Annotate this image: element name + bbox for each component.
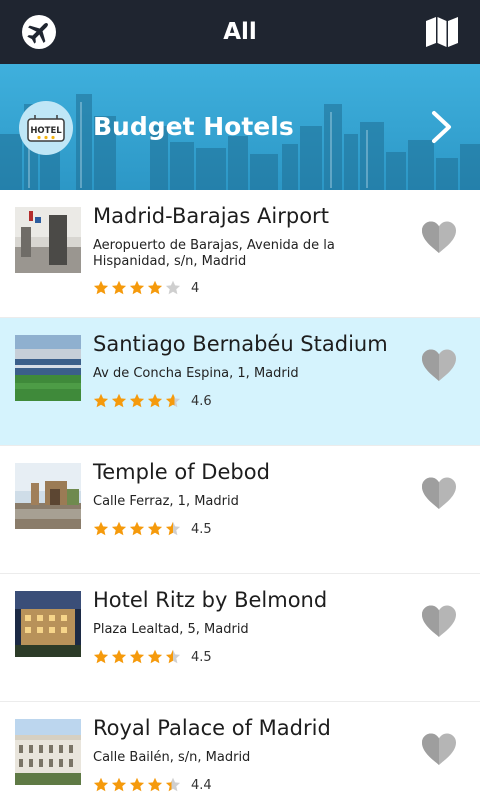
place-photo bbox=[15, 463, 81, 529]
star-icon bbox=[93, 649, 109, 665]
star-icon bbox=[129, 280, 145, 296]
star-icon bbox=[147, 649, 163, 665]
heart-icon[interactable] bbox=[420, 220, 458, 254]
place-address: Calle Bailén, s/n, Madrid bbox=[93, 750, 251, 765]
rating-value: 4 bbox=[191, 280, 200, 296]
page-title: All bbox=[223, 19, 257, 45]
places-list: Madrid-Barajas Airport Aeropuerto de Bar… bbox=[0, 190, 480, 800]
category-banner[interactable]: HOTEL Budget Hotels bbox=[0, 64, 480, 190]
rating-value: 4.5 bbox=[191, 649, 212, 665]
star-icon bbox=[111, 393, 127, 409]
map-icon[interactable] bbox=[424, 14, 460, 50]
rating: 4.5 bbox=[93, 521, 212, 537]
star-icon bbox=[165, 777, 181, 793]
star-icon bbox=[93, 393, 109, 409]
place-photo bbox=[15, 719, 81, 785]
star-icon bbox=[147, 280, 163, 296]
heart-icon[interactable] bbox=[420, 604, 458, 638]
rating-stars bbox=[93, 521, 181, 537]
star-icon bbox=[111, 521, 127, 537]
star-icon bbox=[165, 649, 181, 665]
rating: 4.5 bbox=[93, 649, 212, 665]
place-address: Av de Concha Espina, 1, Madrid bbox=[93, 366, 299, 381]
rating-stars bbox=[93, 777, 181, 793]
star-icon bbox=[111, 649, 127, 665]
list-item[interactable]: Santiago Bernabéu Stadium Av de Concha E… bbox=[0, 318, 480, 446]
star-icon bbox=[165, 393, 181, 409]
place-address: Calle Ferraz, 1, Madrid bbox=[93, 494, 239, 509]
heart-icon[interactable] bbox=[420, 348, 458, 382]
list-item[interactable]: Madrid-Barajas Airport Aeropuerto de Bar… bbox=[0, 190, 480, 318]
star-icon bbox=[165, 521, 181, 537]
place-photo bbox=[15, 591, 81, 657]
star-icon bbox=[147, 521, 163, 537]
star-icon bbox=[129, 649, 145, 665]
place-photo bbox=[15, 207, 81, 273]
hotel-icon: HOTEL bbox=[18, 100, 74, 156]
rating-value: 4.5 bbox=[191, 521, 212, 537]
svg-text:HOTEL: HOTEL bbox=[30, 126, 62, 136]
star-icon bbox=[129, 393, 145, 409]
star-icon bbox=[111, 777, 127, 793]
place-name: Madrid-Barajas Airport bbox=[93, 204, 329, 228]
star-icon bbox=[93, 521, 109, 537]
rating: 4 bbox=[93, 280, 199, 296]
star-icon bbox=[165, 280, 181, 296]
star-icon bbox=[147, 777, 163, 793]
heart-icon[interactable] bbox=[420, 476, 458, 510]
place-name: Royal Palace of Madrid bbox=[93, 716, 331, 740]
rating-stars bbox=[93, 393, 181, 409]
banner-title: Budget Hotels bbox=[93, 112, 294, 141]
place-address: Aeropuerto de Barajas, Avenida de la His… bbox=[93, 238, 335, 269]
place-name: Hotel Ritz by Belmond bbox=[93, 588, 328, 612]
star-icon bbox=[93, 777, 109, 793]
place-name: Santiago Bernabéu Stadium bbox=[93, 332, 388, 356]
top-bar: All bbox=[0, 0, 480, 64]
rating-value: 4.4 bbox=[191, 777, 212, 793]
rating: 4.4 bbox=[93, 777, 212, 793]
list-item[interactable]: Royal Palace of Madrid Calle Bailén, s/n… bbox=[0, 702, 480, 800]
rating-value: 4.6 bbox=[191, 393, 212, 409]
list-item[interactable]: Temple of Debod Calle Ferraz, 1, Madrid … bbox=[0, 446, 480, 574]
heart-icon[interactable] bbox=[420, 732, 458, 766]
chevron-right-icon[interactable] bbox=[430, 110, 454, 144]
star-icon bbox=[129, 777, 145, 793]
star-icon bbox=[129, 521, 145, 537]
rating-stars bbox=[93, 280, 181, 296]
rating-stars bbox=[93, 649, 181, 665]
rating: 4.6 bbox=[93, 393, 212, 409]
list-item[interactable]: Hotel Ritz by Belmond Plaza Lealtad, 5, … bbox=[0, 574, 480, 702]
place-photo bbox=[15, 335, 81, 401]
place-name: Temple of Debod bbox=[93, 460, 270, 484]
star-icon bbox=[147, 393, 163, 409]
star-icon bbox=[93, 280, 109, 296]
star-icon bbox=[111, 280, 127, 296]
place-address: Plaza Lealtad, 5, Madrid bbox=[93, 622, 249, 637]
